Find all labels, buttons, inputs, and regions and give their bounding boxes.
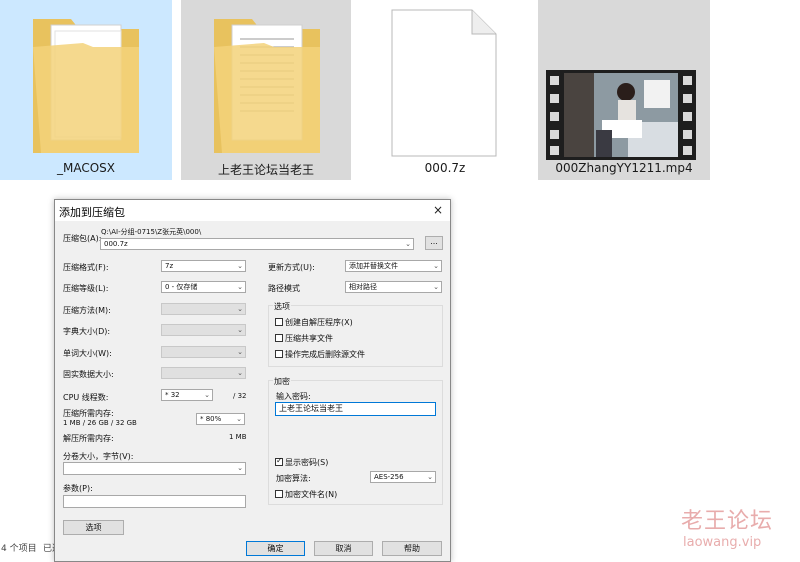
show-password-label: 显示密码(S) [285, 458, 329, 467]
solid-label: 固实数据大小: [63, 370, 114, 379]
file-item-macosx[interactable]: _MACOSX [0, 0, 172, 180]
threads-select[interactable]: * 32 ⌄ [161, 389, 213, 401]
password-label: 输入密码: [276, 392, 311, 401]
shared-files-checkbox[interactable]: 压缩共享文件 [275, 333, 333, 344]
file-name: 000ZhangYY1211.mp4 [555, 161, 693, 175]
checkbox-box [275, 350, 283, 358]
encrypt-names-checkbox[interactable]: 加密文件名(N) [275, 489, 337, 500]
archive-name: 000.7z [104, 240, 128, 248]
folder-icon [214, 19, 320, 153]
threads-value: * 32 [165, 391, 180, 399]
file-name: 上老王论坛当老王 [217, 163, 314, 177]
chevron-down-icon: ⌄ [433, 283, 439, 291]
chevron-down-icon: ⌄ [236, 415, 242, 423]
params-input[interactable] [63, 495, 246, 508]
format-label: 压缩格式(F): [63, 263, 109, 272]
options-group-title: 选项 [273, 301, 291, 312]
chevron-down-icon: ⌄ [204, 391, 210, 399]
checkbox-box [275, 490, 283, 498]
chevron-down-icon: ⌄ [237, 348, 243, 356]
file-icon [391, 9, 497, 157]
chevron-down-icon: ⌄ [405, 240, 411, 248]
file-item-video[interactable]: 000ZhangYY1211.mp4 [538, 0, 710, 180]
status-item-count: 4 个项目 [1, 544, 37, 554]
threads-total: / 32 [233, 392, 247, 400]
checkbox-box [275, 334, 283, 342]
file-item-folder[interactable]: 上老王论坛当老王 [181, 0, 351, 180]
delete-source-checkbox[interactable]: 操作完成后删除源文件 [275, 349, 365, 360]
mem-decompress-label: 解压所需内存: [63, 434, 114, 443]
chevron-down-icon: ⌄ [237, 283, 243, 291]
chevron-down-icon: ⌄ [237, 369, 243, 377]
options-button[interactable]: 选项 [63, 520, 124, 535]
cancel-button[interactable]: 取消 [314, 541, 373, 556]
help-button[interactable]: 帮助 [382, 541, 442, 556]
update-select[interactable]: 添加并替换文件 ⌄ [345, 260, 442, 272]
split-label: 分卷大小，字节(V): [63, 452, 134, 461]
chevron-down-icon: ⌄ [237, 326, 243, 334]
mem-percent-value: * 80% [200, 415, 222, 423]
sfx-label: 创建自解压程序(X) [285, 318, 353, 327]
encrypt-names-label: 加密文件名(N) [285, 490, 338, 499]
path-mode-label: 路径模式 [268, 284, 300, 293]
method-label: 压缩方法(M): [63, 306, 111, 315]
sfx-checkbox[interactable]: 创建自解压程序(X) [275, 317, 353, 328]
params-label: 参数(P): [63, 484, 93, 493]
level-label: 压缩等级(L): [63, 284, 109, 293]
chevron-down-icon: ⌄ [237, 464, 243, 472]
format-select[interactable]: 7z ⌄ [161, 260, 246, 272]
video-thumbnail-icon [546, 70, 696, 160]
update-label: 更新方式(U): [268, 263, 315, 272]
chevron-down-icon: ⌄ [427, 473, 433, 481]
add-to-archive-dialog: 添加到压缩包 × 压缩包(A): Q:\AI-分组-0715\Z张元英\000\… [54, 199, 451, 562]
encrypt-method-value: AES-256 [374, 473, 404, 481]
encrypt-method-label: 加密算法: [276, 474, 311, 483]
dict-label: 字典大小(D): [63, 327, 111, 336]
file-explorer-window: _MACOSX 上老王论坛当老王 000.7z 000ZhangYY1211.m… [0, 0, 800, 562]
archive-label: 压缩包(A): [63, 234, 102, 243]
level-select[interactable]: 0 - 仅存储 ⌄ [161, 281, 246, 293]
format-value: 7z [165, 262, 174, 270]
word-select[interactable]: ⌄ [161, 346, 246, 358]
close-icon[interactable]: × [433, 203, 443, 217]
chevron-down-icon: ⌄ [433, 262, 439, 270]
mem-compress-label: 压缩所需内存: [63, 409, 114, 418]
delete-source-label: 操作完成后删除源文件 [285, 350, 365, 359]
file-name: 000.7z [424, 161, 466, 175]
dialog-title: 添加到压缩包 [59, 206, 125, 219]
chevron-down-icon: ⌄ [237, 262, 243, 270]
method-select[interactable]: ⌄ [161, 303, 246, 315]
word-label: 单词大小(W): [63, 349, 112, 358]
folder-icon [33, 19, 139, 153]
archive-name-combo[interactable]: 000.7z ⌄ [100, 238, 414, 250]
split-volume-combo[interactable]: ⌄ [63, 462, 246, 475]
browse-button[interactable]: ... [425, 236, 443, 250]
watermark-title: 老王论坛 [681, 509, 774, 534]
level-value: 0 - 仅存储 [165, 283, 198, 291]
shared-files-label: 压缩共享文件 [285, 334, 333, 343]
encrypt-method-select[interactable]: AES-256 ⌄ [370, 471, 436, 483]
dict-select[interactable]: ⌄ [161, 324, 246, 336]
checkbox-box [275, 318, 283, 326]
show-password-checkbox[interactable]: 显示密码(S) [275, 456, 329, 468]
mem-decompress-value: 1 MB [229, 433, 247, 441]
password-input[interactable]: 上老王论坛当老王 [275, 402, 436, 416]
solid-select[interactable]: ⌄ [161, 367, 246, 379]
checkbox-checked-box [275, 456, 283, 466]
mem-compress-value: 1 MB / 26 GB / 32 GB [63, 419, 137, 427]
encryption-group-title: 加密 [273, 376, 291, 387]
file-item-archive[interactable]: 000.7z [360, 0, 530, 180]
threads-label: CPU 线程数: [63, 393, 109, 402]
update-value: 添加并替换文件 [349, 262, 398, 270]
dialog-titlebar[interactable]: 添加到压缩包 × [55, 200, 450, 221]
path-mode-select[interactable]: 相对路径 ⌄ [345, 281, 442, 293]
watermark-url: laowang.vip [683, 535, 762, 550]
file-name: _MACOSX [56, 161, 115, 175]
chevron-down-icon: ⌄ [237, 305, 243, 313]
path-mode-value: 相对路径 [349, 283, 377, 291]
archive-path: Q:\AI-分组-0715\Z张元英\000\ [101, 228, 202, 236]
ok-button[interactable]: 确定 [246, 541, 305, 556]
mem-percent-select[interactable]: * 80% ⌄ [196, 413, 245, 425]
